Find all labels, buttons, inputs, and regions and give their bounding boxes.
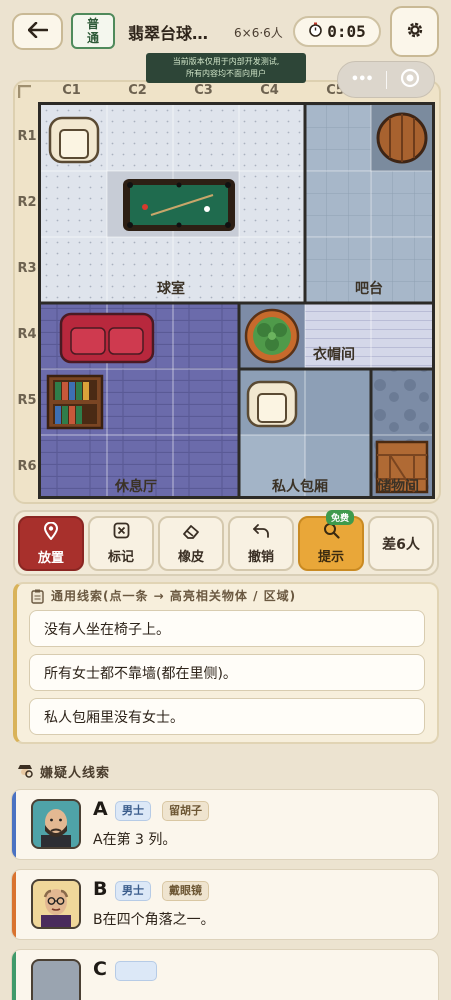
suspect-card-b[interactable]: B 男士 戴眼镜 B在四个角落之一。 <box>11 869 439 940</box>
gender-tag: 男士 <box>115 881 151 901</box>
arrow-left-icon <box>27 21 48 42</box>
capsule-divider <box>385 70 387 89</box>
column-label-c1: C1 <box>62 83 81 98</box>
column-label-c2: C2 <box>128 83 147 98</box>
room-label-billiard: 球室 <box>157 281 185 297</box>
general-clue-1[interactable]: 没有人坐在椅子上。 <box>29 610 425 647</box>
avatar <box>31 959 81 1000</box>
puzzle-title: 翡翠台球… <box>128 24 209 43</box>
dev-notice-toast: 当前版本仅用于内部开发测试, 所有内容均不面向用户 <box>146 53 306 83</box>
suspect-letter: A <box>93 798 108 820</box>
gender-tag <box>115 961 157 981</box>
undo-icon <box>252 523 270 543</box>
suspect-letter: B <box>93 878 108 900</box>
close-miniprogram-button[interactable] <box>386 68 434 92</box>
difficulty-badge: 普 通 <box>71 13 115 49</box>
row-label-r4: R4 <box>17 327 37 342</box>
room-label-storage: 储物间 <box>377 479 419 495</box>
pool-table-icon <box>121 177 237 233</box>
free-badge: 免费 <box>325 510 354 525</box>
suspect-clue-text: A在第 3 列。 <box>93 832 177 848</box>
miniprogram-capsule: ••• <box>337 61 435 98</box>
suspect-color-bar <box>12 790 16 859</box>
place-label: 放置 <box>37 550 64 566</box>
column-label-c3: C3 <box>194 83 213 98</box>
potted-plant-icon <box>242 306 302 366</box>
eraser-icon <box>182 523 200 543</box>
puzzle-grid[interactable]: 球室 吧台 衣帽间 休息厅 私人包厢 储物间 <box>38 102 435 499</box>
undo-label: 撤销 <box>247 549 274 565</box>
bookshelf-icon <box>44 373 106 431</box>
difficulty-char-1: 普 <box>86 17 99 31</box>
timer-value: 0:05 <box>327 22 366 41</box>
row-label-r5: R5 <box>17 393 37 408</box>
more-menu-button[interactable]: ••• <box>338 72 386 87</box>
row-label-r3: R3 <box>17 261 37 276</box>
stopwatch-icon <box>308 22 323 41</box>
suspect-color-bar <box>12 870 16 939</box>
suspect-card-c[interactable]: C <box>11 949 439 1000</box>
armchair-icon <box>242 372 302 432</box>
mark-label: 标记 <box>107 550 134 565</box>
general-clue-3[interactable]: 私人包厢里没有女士。 <box>29 698 425 735</box>
avatar <box>31 879 81 929</box>
dev-notice-line-1: 当前版本仅用于内部开发测试, <box>172 57 280 66</box>
suspect-clue-text: B在四个角落之一。 <box>93 912 215 928</box>
back-button[interactable] <box>12 13 63 50</box>
eraser-button[interactable]: 橡皮 <box>158 516 224 571</box>
corner-ornament-icon <box>18 85 31 98</box>
trait-tag: 留胡子 <box>162 801 209 821</box>
x-box-icon <box>113 522 130 543</box>
target-icon <box>400 68 420 92</box>
place-button[interactable]: 放置 <box>18 516 84 571</box>
general-clue-2[interactable]: 所有女士都不靠墙(都在里侧)。 <box>29 654 425 691</box>
armchair-icon <box>44 108 104 168</box>
grid-size-label: 6×6·6人 <box>234 26 283 40</box>
suspect-clues-header: 嫌疑人线索 <box>40 766 111 781</box>
search-icon <box>323 522 340 543</box>
suspect-card-a[interactable]: A 男士 留胡子 A在第 3 列。 <box>11 789 439 860</box>
dev-notice-line-2: 所有内容均不面向用户 <box>186 69 266 78</box>
room-label-private-box: 私人包厢 <box>272 479 328 495</box>
room-label-cloakroom: 衣帽间 <box>313 347 355 363</box>
hint-button[interactable]: 免费 提示 <box>298 510 364 571</box>
avatar <box>31 799 81 849</box>
gear-icon <box>405 20 425 44</box>
suspect-letter: C <box>93 958 107 980</box>
row-label-r2: R2 <box>17 195 37 210</box>
settings-button[interactable] <box>390 6 439 57</box>
general-clues-header: 通用线索(点一条 → 高亮相关物体 / 区域) <box>51 589 297 603</box>
row-label-r6: R6 <box>17 459 37 474</box>
undo-button[interactable]: 撤销 <box>228 516 294 571</box>
detective-icon <box>16 762 34 782</box>
mark-button[interactable]: 标记 <box>88 516 154 571</box>
map-pin-icon <box>43 521 59 544</box>
clipboard-icon <box>31 589 44 608</box>
column-label-c4: C4 <box>260 83 279 98</box>
eraser-label: 橡皮 <box>177 549 204 565</box>
hint-label: 提示 <box>317 550 344 565</box>
gender-tag: 男士 <box>115 801 151 821</box>
row-label-r1: R1 <box>17 129 37 144</box>
difficulty-char-2: 通 <box>86 31 99 45</box>
barrel-icon <box>373 108 431 168</box>
suspect-color-bar <box>12 950 16 1000</box>
room-label-bar: 吧台 <box>355 281 383 297</box>
sofa-icon <box>57 308 157 368</box>
trait-tag: 戴眼镜 <box>162 881 209 901</box>
timer: 0:05 <box>293 16 381 47</box>
remaining-counter: 差6人 <box>368 516 434 571</box>
room-label-lounge: 休息厅 <box>115 479 157 495</box>
